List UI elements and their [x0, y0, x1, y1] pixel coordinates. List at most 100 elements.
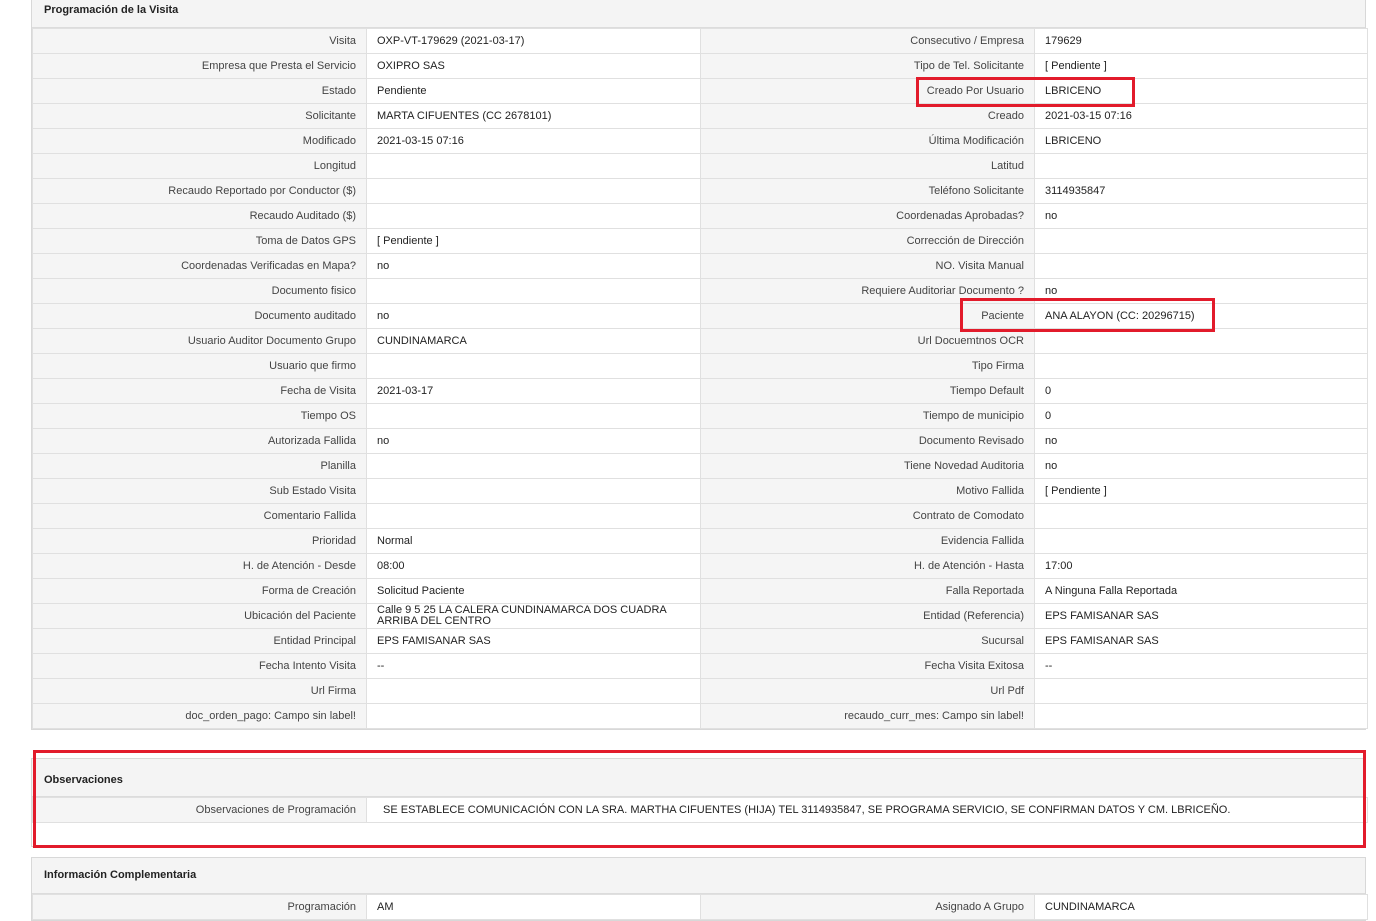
table-row: Planilla Tiene Novedad Auditoria no — [32, 453, 1368, 479]
field-value: no — [1034, 278, 1368, 304]
field-label: Tiene Novedad Auditoria — [700, 453, 1035, 479]
field-label: Solicitante — [32, 103, 367, 129]
field-value: LBRICENO — [1034, 128, 1368, 154]
table-row: Documento fisico Requiere Auditoriar Docu… — [32, 278, 1368, 304]
field-value — [1034, 253, 1368, 279]
table-row: Comentario Fallida Contrato de Comodato — [32, 503, 1368, 529]
table-row: Usuario que firmo Tipo Firma — [32, 353, 1368, 379]
field-label: Documento fisico — [32, 278, 367, 304]
field-label: Comentario Fallida — [32, 503, 367, 529]
field-label: Observaciones de Programación — [32, 797, 367, 823]
table-row: Usuario Auditor Documento Grupo CUNDINAMA… — [32, 328, 1368, 354]
field-label: Entidad Principal — [32, 628, 367, 654]
field-value: -- — [366, 653, 701, 679]
field-label: Entidad (Referencia) — [700, 603, 1035, 629]
complementaria-table: Programación AM Asignado A Grupo CUNDINAMAR… — [32, 894, 1368, 920]
table-row: Recaudo Auditado ($) Coordenadas Aprobada… — [32, 203, 1368, 229]
field-label: Creado — [700, 103, 1035, 129]
field-value: CUNDINAMARCA — [1034, 894, 1368, 920]
table-row: Solicitante MARTA CIFUENTES (CC 2678101) C… — [32, 103, 1368, 129]
field-value — [366, 178, 701, 204]
table-row: Forma de Creación Solicitud Paciente Falla… — [32, 578, 1368, 604]
field-value: [ Pendiente ] — [1034, 478, 1368, 504]
table-row: Empresa que Presta el Servicio OXIPRO SAS… — [32, 53, 1368, 79]
field-label: Sub Estado Visita — [32, 478, 367, 504]
field-label: Fecha de Visita — [32, 378, 367, 404]
field-label: Usuario Auditor Documento Grupo — [32, 328, 367, 354]
table-row: Modificado 2021-03-15 07:16 Última Modific… — [32, 128, 1368, 154]
field-label: Url Firma — [32, 678, 367, 704]
field-label: Usuario que firmo — [32, 353, 367, 379]
field-value: 0 — [1034, 378, 1368, 404]
field-label: Forma de Creación — [32, 578, 367, 604]
field-value: 08:00 — [366, 553, 701, 579]
field-label: H. de Atención - Desde — [32, 553, 367, 579]
field-value: no — [1034, 203, 1368, 229]
field-value — [1034, 328, 1368, 354]
field-label: H. de Atención - Hasta — [700, 553, 1035, 579]
field-value: EPS FAMISANAR SAS — [1034, 628, 1368, 654]
field-label: Recaudo Reportado por Conductor ($) — [32, 178, 367, 204]
field-label: Longitud — [32, 153, 367, 179]
field-label: Latitud — [700, 153, 1035, 179]
field-value — [366, 278, 701, 304]
table-row: Entidad Principal EPS FAMISANAR SAS Sucurs… — [32, 628, 1368, 654]
field-label: doc_orden_pago: Campo sin label! — [32, 703, 367, 729]
field-label: Tipo Firma — [700, 353, 1035, 379]
observaciones-section: Observaciones Observaciones de Programac… — [31, 758, 1368, 847]
field-label: Tiempo Default — [700, 378, 1035, 404]
field-value — [1034, 703, 1368, 729]
field-label: Creado Por Usuario — [700, 78, 1035, 104]
table-row: Documento auditado no Paciente ANA ALAYON … — [32, 303, 1368, 329]
table-row: Tiempo OS Tiempo de municipio 0 — [32, 403, 1368, 429]
field-label: NO. Visita Manual — [700, 253, 1035, 279]
table-row: Coordenadas Verificadas en Mapa? no NO. V… — [32, 253, 1368, 279]
field-value: no — [366, 253, 701, 279]
field-value: no — [1034, 428, 1368, 454]
field-label: Toma de Datos GPS — [32, 228, 367, 254]
field-value — [1034, 678, 1368, 704]
field-value: 2021-03-17 — [366, 378, 701, 404]
field-value — [366, 203, 701, 229]
field-label: Visita — [32, 28, 367, 54]
field-label: Coordenadas Aprobadas? — [700, 203, 1035, 229]
field-value: no — [1034, 453, 1368, 479]
field-label: Sucursal — [700, 628, 1035, 654]
field-label: Modificado — [32, 128, 367, 154]
table-row: Observaciones de Programación SE ESTABLE… — [32, 797, 1368, 823]
field-label: Tiempo OS — [32, 403, 367, 429]
field-label: Documento Revisado — [700, 428, 1035, 454]
field-label: recaudo_curr_mes: Campo sin label! — [700, 703, 1035, 729]
field-value: EPS FAMISANAR SAS — [1034, 603, 1368, 629]
field-value — [366, 478, 701, 504]
field-label: Evidencia Fallida — [700, 528, 1035, 554]
field-value — [366, 703, 701, 729]
field-label: Falla Reportada — [700, 578, 1035, 604]
field-value — [366, 453, 701, 479]
field-label: Url Pdf — [700, 678, 1035, 704]
observaciones-spacer — [32, 823, 1365, 846]
field-value — [366, 403, 701, 429]
field-label: Tiempo de municipio — [700, 403, 1035, 429]
field-value: 179629 — [1034, 28, 1368, 54]
field-value: no — [366, 428, 701, 454]
field-value: 0 — [1034, 403, 1368, 429]
table-row: Ubicación del Paciente Calle 9 5 25 LA CA… — [32, 603, 1368, 629]
field-value — [1034, 528, 1368, 554]
field-label: Url Docuemtnos OCR — [700, 328, 1035, 354]
table-row: H. de Atención - Desde 08:00 H. de Atenció… — [32, 553, 1368, 579]
field-value — [366, 503, 701, 529]
table-row: Sub Estado Visita Motivo Fallida[ Pendien… — [32, 478, 1368, 504]
field-label: Empresa que Presta el Servicio — [32, 53, 367, 79]
field-value — [1034, 503, 1368, 529]
field-label: Última Modificación — [700, 128, 1035, 154]
field-value: ANA ALAYON (CC: 20296715) — [1034, 303, 1368, 329]
field-value: OXIPRO SAS — [366, 53, 701, 79]
field-value: no — [366, 303, 701, 329]
field-value: AM — [366, 894, 701, 920]
table-row: Autorizada Fallida no Documento Revisado … — [32, 428, 1368, 454]
field-value: Solicitud Paciente — [366, 578, 701, 604]
field-value: 17:00 — [1034, 553, 1368, 579]
programacion-table: Visita OXP-VT-179629 (2021-03-17) Consecut… — [32, 28, 1368, 729]
table-row: Fecha de Visita 2021-03-17 Tiempo Default… — [32, 378, 1368, 404]
